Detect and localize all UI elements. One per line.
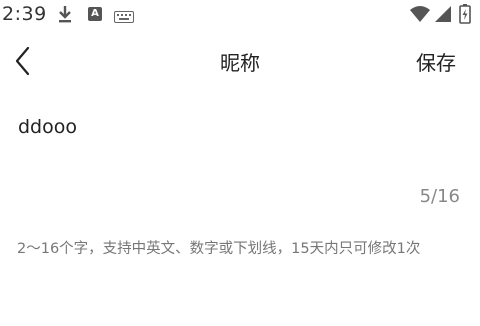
wifi-icon [410,5,430,23]
download-icon [56,5,74,23]
save-button[interactable]: 保存 [416,47,456,76]
nickname-input[interactable] [18,112,462,142]
status-bar: 2:39 A [0,0,480,30]
status-time: 2:39 [2,3,47,25]
hint-text: 2～16个字，支持中英文、数字或下划线，15天内只可修改1次 [17,241,421,257]
nickname-edit-screen: 2:39 A 昵称 保存 ddooo 5/16 2～16个字，支持中英文、数字或… [0,0,480,326]
header-bar: 昵称 保存 [0,40,480,80]
page-title: 昵称 [220,51,260,75]
battery-icon [459,4,471,24]
signal-icon [434,5,452,23]
keyboard-icon [114,8,134,23]
char-counter: 5/16 [419,186,460,207]
a-badge-icon: A [88,7,102,21]
